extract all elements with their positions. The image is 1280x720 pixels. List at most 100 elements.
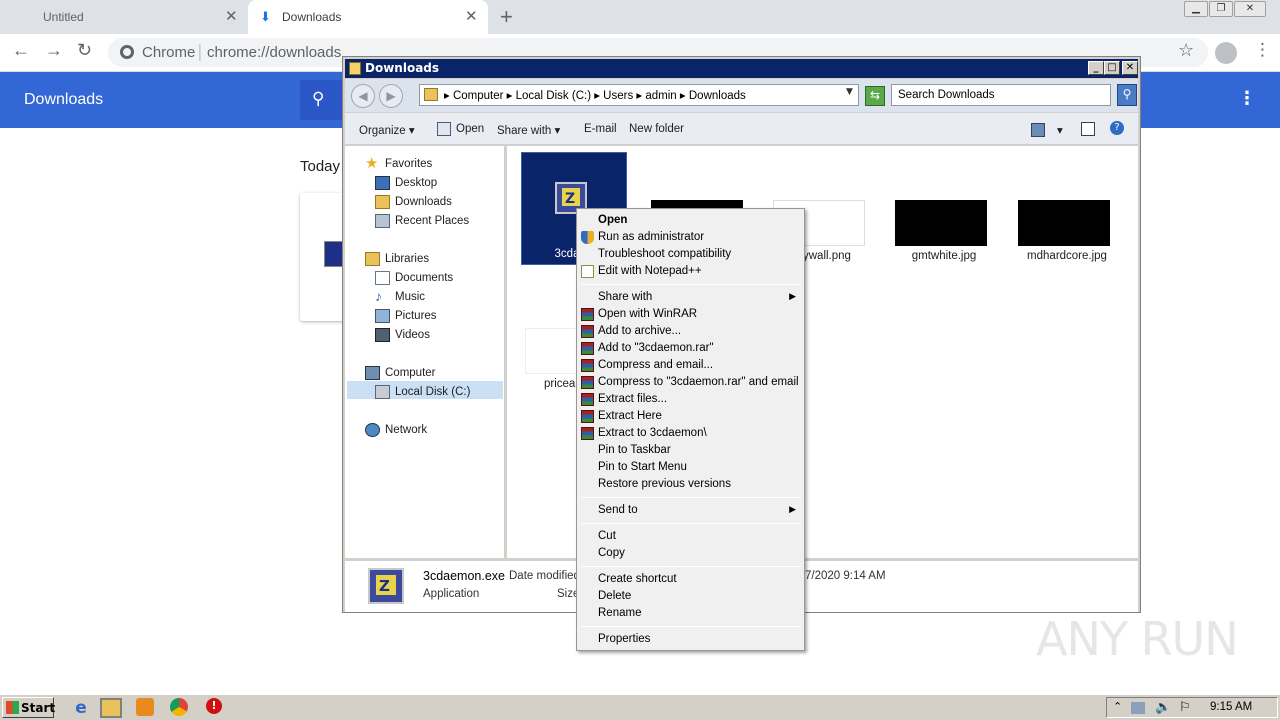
page-title: Downloads [24, 91, 104, 108]
menu-item-open[interactable]: Open [579, 212, 802, 229]
winrar-icon [581, 342, 594, 355]
forward-button[interactable]: ▶ [379, 84, 403, 108]
new-folder-button[interactable]: New folder [629, 123, 684, 135]
file-name: gmtwhite.jpg [911, 250, 977, 262]
close-window-button[interactable]: ✕ [1234, 1, 1266, 17]
share-with-button[interactable]: Share with ▾ [497, 123, 560, 137]
menu-separator [581, 497, 801, 498]
network-tray-icon[interactable] [1131, 702, 1145, 714]
chevron-down-icon[interactable]: ▾ [1057, 123, 1063, 137]
breadcrumb[interactable]: ▸ Computer ▸ Local Disk (C:) ▸ Users ▸ a… [444, 88, 746, 102]
search-icon[interactable]: ⚲ [1117, 84, 1137, 106]
omnibox-separator: | [197, 42, 203, 62]
back-button[interactable]: ◀ [351, 84, 375, 108]
menu-item-pin-taskbar[interactable]: Pin to Taskbar [579, 442, 802, 459]
help-icon[interactable]: ? [1110, 121, 1124, 135]
chevron-up-icon[interactable]: ⌃ [1113, 700, 1122, 713]
close-icon[interactable]: ✕ [465, 7, 478, 25]
chevron-down-icon[interactable]: ▼ [846, 87, 853, 97]
menu-item-properties[interactable]: Properties [579, 631, 802, 648]
drive-icon [375, 385, 390, 399]
back-button[interactable]: ← [12, 40, 30, 61]
menu-item-copy[interactable]: Copy [579, 545, 802, 562]
menu-item-create-shortcut[interactable]: Create shortcut [579, 571, 802, 588]
view-icon[interactable] [1031, 123, 1045, 137]
media-player-icon[interactable] [136, 698, 154, 716]
file-item[interactable]: gmtwhite.jpg [891, 200, 997, 312]
close-icon[interactable]: ✕ [225, 7, 238, 25]
file-icon [324, 241, 344, 267]
menu-item-restore-versions[interactable]: Restore previous versions [579, 476, 802, 493]
minimize-button[interactable]: _ [1088, 61, 1104, 75]
menu-item-rename[interactable]: Rename [579, 605, 802, 622]
forward-button[interactable]: → [45, 40, 63, 61]
preview-pane-icon[interactable] [1081, 122, 1095, 136]
menu-item-extract-here[interactable]: Extract Here [579, 408, 802, 425]
close-button[interactable]: ✕ [1122, 61, 1138, 75]
profile-avatar[interactable] [1215, 42, 1237, 64]
menu-separator [581, 523, 801, 524]
menu-item-pin-start[interactable]: Pin to Start Menu [579, 459, 802, 476]
libraries-icon [365, 252, 380, 266]
downloads-search-button[interactable]: ⚲ [300, 80, 344, 120]
system-tray: ⌃ 🔈 ⚐ 9:15 AM [1106, 697, 1278, 718]
chrome-menu-icon[interactable]: ⋮ [1254, 40, 1271, 60]
open-button[interactable]: Open [456, 123, 484, 135]
file-name: mdhardcore.jpg [1027, 250, 1107, 262]
email-button[interactable]: E-mail [584, 123, 617, 135]
minimize-button[interactable]: ▁ [1184, 1, 1208, 17]
svg-text:Z: Z [565, 191, 575, 207]
start-button[interactable]: Start [2, 697, 55, 718]
downloads-menu-icon[interactable]: ⋮ [1238, 88, 1256, 109]
reload-button[interactable]: ↻ [77, 40, 92, 61]
organize-button[interactable]: Organize ▾ [359, 123, 415, 137]
star-icon: ★ [365, 155, 379, 172]
menu-item-compress-email[interactable]: Compress and email... [579, 357, 802, 374]
chrome-taskbar-icon[interactable] [170, 698, 188, 716]
tab-label: Untitled [43, 10, 84, 24]
browser-tab-strip: Untitled ✕ ⬇ Downloads ✕ + ▁ ❐ ✕ [0, 0, 1280, 34]
menu-item-add-to-rar[interactable]: Add to "3cdaemon.rar" [579, 340, 802, 357]
tab-untitled[interactable]: Untitled ✕ [0, 0, 245, 34]
file-item[interactable]: mdhardcore.jpg [1014, 200, 1120, 312]
menu-item-run-as-admin[interactable]: Run as administrator [579, 229, 802, 246]
omnibox-url[interactable]: chrome://downloads [207, 44, 341, 61]
menu-item-delete[interactable]: Delete [579, 588, 802, 605]
image-thumbnail [895, 200, 987, 246]
internet-explorer-icon[interactable]: e [70, 698, 92, 718]
download-item-card[interactable] [300, 193, 345, 321]
folder-icon [349, 62, 361, 75]
menu-item-cut[interactable]: Cut [579, 528, 802, 545]
notepad-icon [581, 265, 594, 278]
menu-item-edit-notepad[interactable]: Edit with Notepad++ [579, 263, 802, 280]
restore-button[interactable]: ❐ [1209, 1, 1233, 17]
menu-item-open-winrar[interactable]: Open with WinRAR [579, 306, 802, 323]
explorer-taskbar-icon[interactable] [100, 698, 122, 718]
flag-icon[interactable]: ⚐ [1179, 700, 1191, 715]
menu-item-share-with[interactable]: Share with ▶ [579, 289, 802, 306]
refresh-button[interactable]: ⇆ [865, 86, 885, 106]
bookmark-star-icon[interactable]: ☆ [1178, 40, 1194, 61]
volume-icon[interactable]: 🔈 [1155, 700, 1171, 715]
search-placeholder: Search Downloads [898, 89, 995, 101]
menu-item-add-archive[interactable]: Add to archive... [579, 323, 802, 340]
winrar-icon [581, 308, 594, 321]
pictures-icon [375, 309, 390, 323]
new-tab-button[interactable]: + [500, 4, 513, 30]
tab-downloads[interactable]: ⬇ Downloads ✕ [248, 0, 488, 34]
alert-icon[interactable]: ! [206, 698, 222, 714]
menu-item-troubleshoot[interactable]: Troubleshoot compatibility [579, 246, 802, 263]
menu-item-extract-files[interactable]: Extract files... [579, 391, 802, 408]
maximize-button[interactable]: □ [1104, 61, 1120, 75]
explorer-titlebar[interactable]: Downloads _ □ ✕ [345, 59, 1138, 78]
navigation-pane: ★ Favorites Desktop Downloads Recent Pla… [345, 146, 505, 558]
tab-label: Downloads [282, 10, 342, 24]
menu-item-send-to[interactable]: Send to ▶ [579, 502, 802, 519]
context-menu: Open Run as administrator Troubleshoot c… [576, 208, 805, 651]
menu-item-compress-rar-email[interactable]: Compress to "3cdaemon.rar" and email [579, 374, 802, 391]
winrar-icon [581, 410, 594, 423]
winrar-icon [581, 359, 594, 372]
address-bar[interactable]: ▸ Computer ▸ Local Disk (C:) ▸ Users ▸ a… [419, 84, 859, 106]
menu-item-extract-to[interactable]: Extract to 3cdaemon\ [579, 425, 802, 442]
search-input[interactable]: Search Downloads [891, 84, 1111, 106]
